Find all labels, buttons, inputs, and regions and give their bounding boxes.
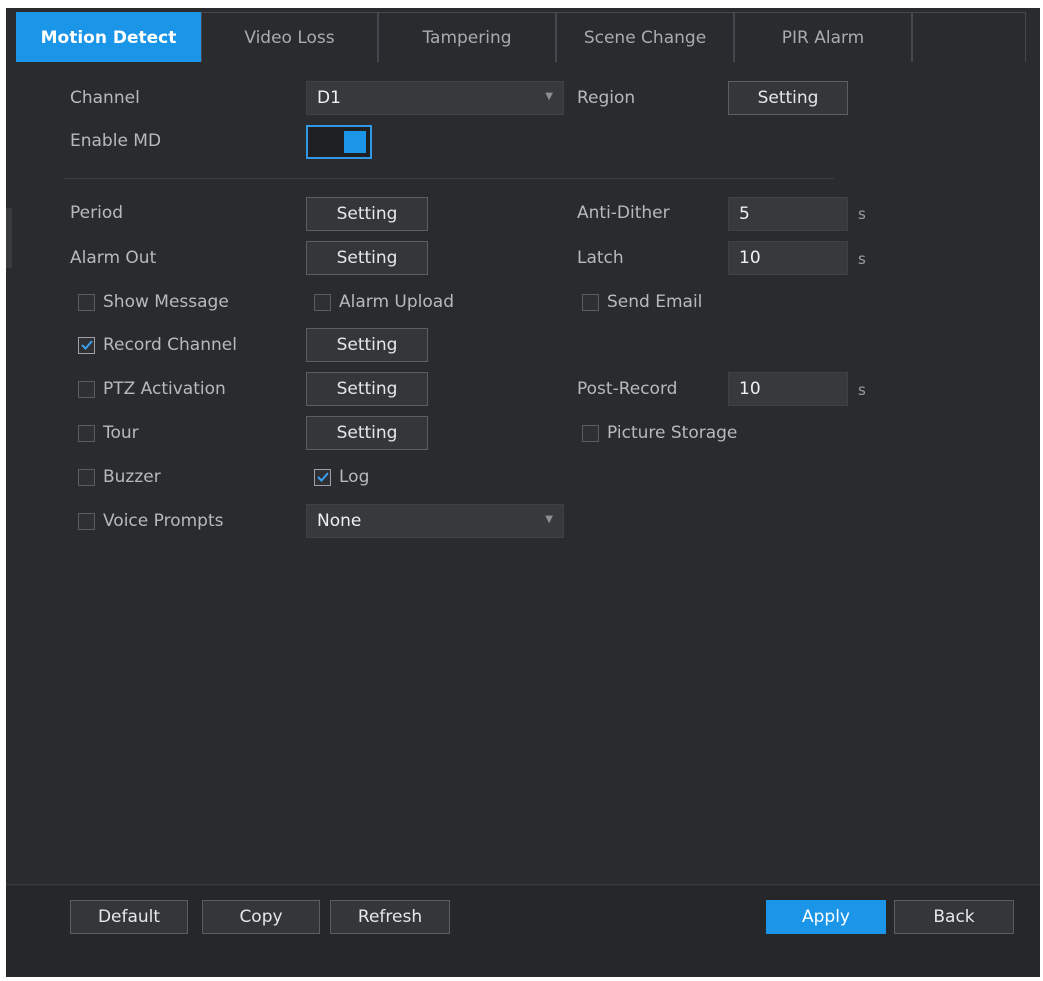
channel-select-value: D1	[317, 88, 341, 108]
log-checkbox[interactable]: Log	[314, 467, 369, 487]
latch-label: Latch	[577, 248, 624, 268]
show-message-checkbox[interactable]: Show Message	[78, 292, 229, 312]
footer-bar: Default Copy Refresh Apply Back	[6, 886, 1040, 977]
voice-prompts-label: Voice Prompts	[103, 511, 224, 531]
tab-video-loss[interactable]: Video Loss	[201, 12, 378, 62]
voice-prompts-select[interactable]: None ▼	[306, 504, 564, 538]
ptz-activation-setting-button[interactable]: Setting	[306, 372, 428, 406]
latch-unit: s	[858, 250, 866, 268]
picture-storage-label: Picture Storage	[607, 423, 738, 443]
section-divider	[64, 178, 834, 179]
alarm-out-setting-button[interactable]: Setting	[306, 241, 428, 275]
anti-dither-unit: s	[858, 205, 866, 223]
alarm-upload-label: Alarm Upload	[339, 292, 454, 312]
ptz-activation-checkbox[interactable]: PTZ Activation	[78, 379, 226, 399]
back-button[interactable]: Back	[894, 900, 1014, 934]
toggle-knob	[344, 131, 366, 153]
tab-tampering[interactable]: Tampering	[378, 12, 556, 62]
tour-checkbox[interactable]: Tour	[78, 423, 139, 443]
checkbox-box	[314, 293, 331, 311]
checkbox-box	[78, 424, 95, 442]
buzzer-label: Buzzer	[103, 467, 161, 487]
tab-bar: Motion Detect Video Loss Tampering Scene…	[16, 12, 1026, 68]
checkbox-box	[78, 293, 95, 311]
chevron-down-icon: ▼	[545, 514, 553, 525]
tour-label: Tour	[103, 423, 139, 443]
picture-storage-checkbox[interactable]: Picture Storage	[582, 423, 737, 443]
enable-md-toggle[interactable]	[306, 125, 372, 159]
log-label: Log	[339, 467, 370, 487]
tab-scene-change[interactable]: Scene Change	[556, 12, 734, 62]
record-channel-checkbox[interactable]: Record Channel	[78, 335, 237, 355]
anti-dither-label: Anti-Dither	[577, 203, 670, 223]
period-setting-button[interactable]: Setting	[306, 197, 428, 231]
anti-dither-input[interactable]	[728, 197, 848, 231]
record-channel-setting-button[interactable]: Setting	[306, 328, 428, 362]
footer-divider	[6, 884, 1040, 885]
refresh-button[interactable]: Refresh	[330, 900, 450, 934]
post-record-unit: s	[858, 381, 866, 399]
apply-button[interactable]: Apply	[766, 900, 886, 934]
tour-setting-button[interactable]: Setting	[306, 416, 428, 450]
channel-select[interactable]: D1 ▼	[306, 81, 564, 115]
buzzer-checkbox[interactable]: Buzzer	[78, 467, 161, 487]
alarm-out-label: Alarm Out	[70, 248, 157, 268]
period-label: Period	[70, 203, 124, 223]
voice-prompts-checkbox[interactable]: Voice Prompts	[78, 511, 224, 531]
checkbox-box	[78, 468, 95, 486]
checkbox-box	[314, 468, 331, 486]
checkbox-box	[78, 336, 95, 354]
post-record-label: Post-Record	[577, 379, 678, 399]
chevron-down-icon: ▼	[545, 91, 553, 102]
tab-filler	[912, 12, 1026, 62]
copy-button[interactable]: Copy	[202, 900, 320, 934]
enable-md-label: Enable MD	[70, 131, 162, 151]
window-edge-handle	[6, 208, 12, 268]
checkbox-box	[78, 512, 95, 530]
send-email-checkbox[interactable]: Send Email	[582, 292, 702, 312]
region-setting-button[interactable]: Setting	[728, 81, 848, 115]
voice-prompts-select-value: None	[317, 511, 362, 531]
send-email-label: Send Email	[607, 292, 703, 312]
checkbox-box	[78, 380, 95, 398]
latch-input[interactable]	[728, 241, 848, 275]
checkbox-box	[582, 424, 599, 442]
tab-motion-detect[interactable]: Motion Detect	[16, 12, 201, 62]
record-channel-label: Record Channel	[103, 335, 237, 355]
alarm-upload-checkbox[interactable]: Alarm Upload	[314, 292, 454, 312]
tab-pir-alarm[interactable]: PIR Alarm	[734, 12, 912, 62]
channel-label: Channel	[70, 88, 140, 108]
ptz-activation-label: PTZ Activation	[103, 379, 226, 399]
show-message-label: Show Message	[103, 292, 229, 312]
checkbox-box	[582, 293, 599, 311]
region-label: Region	[577, 88, 636, 108]
post-record-input[interactable]	[728, 372, 848, 406]
default-button[interactable]: Default	[70, 900, 188, 934]
motion-detect-window: Motion Detect Video Loss Tampering Scene…	[6, 8, 1040, 977]
